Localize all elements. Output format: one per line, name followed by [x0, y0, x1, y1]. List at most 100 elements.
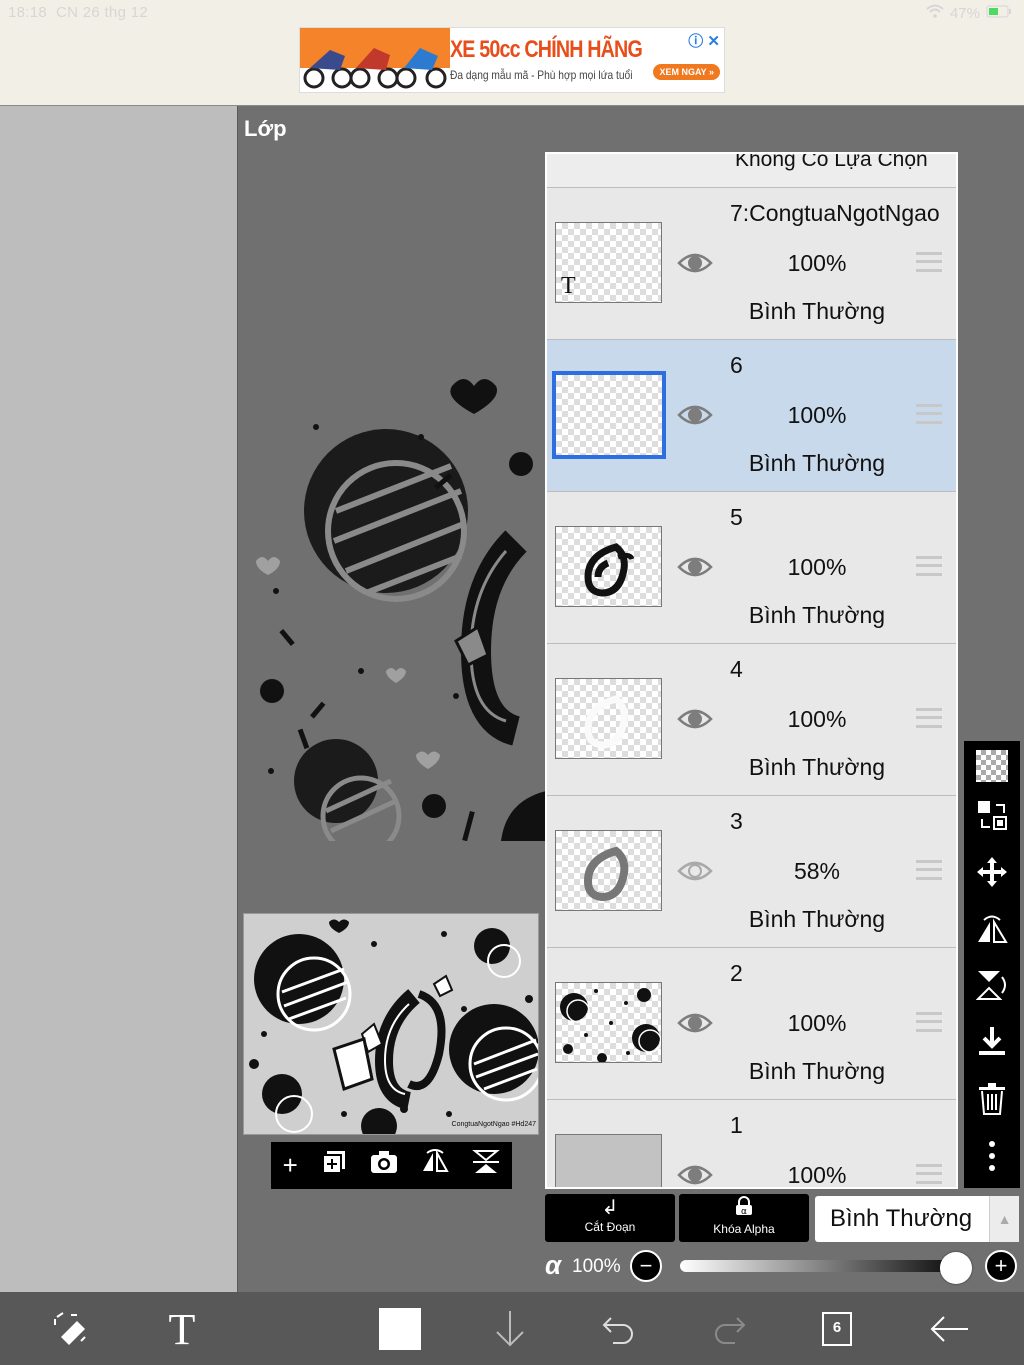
- panel-title: Lớp: [244, 116, 287, 141]
- layer-name: 1: [730, 1112, 743, 1138]
- back-arrow-icon[interactable]: [925, 1304, 975, 1354]
- layer-name: 2: [730, 960, 743, 986]
- layer-opacity: 100%: [787, 1162, 847, 1188]
- flip-vertical-icon[interactable]: [472, 1149, 501, 1182]
- layer-opacity: 100%: [787, 706, 847, 732]
- add-layer-icon[interactable]: +: [283, 1150, 298, 1181]
- checkerboard-icon[interactable]: [976, 749, 1008, 782]
- layer-thumbnail[interactable]: [555, 982, 662, 1063]
- layer-thumbnail[interactable]: [552, 371, 666, 459]
- layers-button[interactable]: 6: [812, 1304, 862, 1354]
- layer-blend-mode: Bình Thường: [748, 602, 886, 628]
- wifi-icon: [926, 4, 944, 22]
- layer-blend-mode: Bình Thường: [748, 298, 886, 324]
- layer-no-selection[interactable]: Không Có Lựa Chọn: [547, 154, 956, 188]
- layer-row[interactable]: 4 100% Bình Thường: [547, 644, 956, 796]
- blend-mode-select[interactable]: Bình Thường ▲: [815, 1196, 1019, 1242]
- drag-handle-icon[interactable]: [916, 708, 942, 728]
- status-bar: 18:18 CN 26 thg 12 47%: [0, 0, 1024, 26]
- layer-row[interactable]: 5 100% Bình Thường: [547, 492, 956, 644]
- layer-row[interactable]: 1 100%: [547, 1100, 956, 1188]
- canvas-preview[interactable]: CongtuaNgotNgao #Hd247: [243, 913, 539, 1135]
- camera-icon[interactable]: [370, 1150, 398, 1181]
- layer-thumbnail[interactable]: T: [555, 222, 662, 303]
- add-copy-layer-icon[interactable]: [321, 1149, 347, 1182]
- layer-row[interactable]: T 7:CongtuaNgotNgao 100% Bình Thường: [547, 188, 956, 340]
- battery-percent: 47%: [949, 4, 980, 22]
- layer-thumbnail[interactable]: [555, 526, 662, 607]
- layer-row[interactable]: 2 100% Bình Thường: [547, 948, 956, 1100]
- layer-blend-mode: Bình Thường: [748, 754, 886, 780]
- layer-opacity: 100%: [787, 554, 847, 580]
- layers-panel: Lớp CongtuaNgotNgao #Hd247 + Không Có Lự…: [237, 106, 1024, 1292]
- drag-handle-icon[interactable]: [916, 1164, 942, 1184]
- clipping-button[interactable]: ↲ Cắt Đoạn: [545, 1194, 675, 1242]
- layer-options-row: ↲ Cắt Đoạn α Khóa Alpha Bình Thường ▲: [545, 1194, 1019, 1242]
- current-color: [379, 1308, 421, 1350]
- more-options-icon[interactable]: [987, 1140, 997, 1179]
- flip-vertical-icon-2[interactable]: [975, 969, 1008, 1008]
- layer-list[interactable]: Không Có Lựa Chọn T 7:CongtuaNgotNgao 100%…: [545, 152, 958, 1189]
- opacity-slider-handle[interactable]: [940, 1252, 972, 1284]
- bottom-toolbar: T 6: [0, 1292, 1024, 1365]
- status-time-date: 18:18 CN 26 thg 12: [8, 4, 148, 21]
- drag-handle-icon[interactable]: [916, 556, 942, 576]
- layer-name: 5: [730, 504, 743, 530]
- drag-handle-icon[interactable]: [916, 252, 942, 272]
- svg-text:α: α: [741, 1207, 747, 1216]
- download-arrow-icon[interactable]: [485, 1304, 535, 1354]
- battery-icon: [986, 5, 1012, 22]
- canvas-artwork[interactable]: [256, 371, 546, 841]
- color-swatch[interactable]: [375, 1304, 425, 1354]
- move-icon[interactable]: [976, 856, 1008, 895]
- eye-icon[interactable]: [677, 1010, 713, 1036]
- eye-icon[interactable]: [677, 706, 713, 732]
- layer-opacity: 58%: [793, 858, 841, 884]
- merge-down-icon[interactable]: [976, 1025, 1008, 1064]
- layer-opacity: 100%: [787, 250, 847, 276]
- ad-banner[interactable]: XE 50cc CHÍNH HÃNG Đa dạng mẫu mã - Phù …: [299, 27, 725, 93]
- layer-thumbnail[interactable]: [555, 1134, 662, 1187]
- layer-name: 4: [730, 656, 743, 682]
- eye-icon[interactable]: [677, 858, 713, 884]
- text-tool-icon[interactable]: T: [157, 1304, 207, 1354]
- clipping-arrow-icon: ↲: [601, 1197, 619, 1219]
- ad-info-close-icon[interactable]: ⓘ ✕: [688, 30, 720, 51]
- eye-icon[interactable]: [677, 554, 713, 580]
- trash-icon[interactable]: [977, 1082, 1007, 1123]
- blend-mode-value: Bình Thường: [830, 1205, 973, 1232]
- layer-row[interactable]: 6 100% Bình Thường: [547, 340, 956, 492]
- eye-icon[interactable]: [677, 250, 713, 276]
- layer-blend-mode: Bình Thường: [748, 1058, 886, 1084]
- drag-handle-icon[interactable]: [916, 1012, 942, 1032]
- ad-image: [300, 28, 450, 92]
- flip-horizontal-icon-2[interactable]: [976, 912, 1008, 951]
- drag-handle-icon[interactable]: [916, 404, 942, 424]
- redo-icon[interactable]: [704, 1304, 754, 1354]
- opacity-decrease-button[interactable]: −: [630, 1250, 662, 1282]
- transfer-layer-icon[interactable]: [976, 799, 1008, 838]
- opacity-increase-button[interactable]: +: [985, 1250, 1017, 1282]
- eye-icon[interactable]: [677, 1162, 713, 1187]
- undo-icon[interactable]: [594, 1304, 644, 1354]
- flip-horizontal-icon[interactable]: [421, 1149, 449, 1182]
- layer-thumbnail[interactable]: [555, 830, 662, 911]
- ad-banner-area: XE 50cc CHÍNH HÃNG Đa dạng mẫu mã - Phù …: [0, 26, 1024, 106]
- opacity-row: α 100% − +: [545, 1248, 1019, 1284]
- alpha-lock-button[interactable]: α Khóa Alpha: [679, 1194, 809, 1242]
- no-selection-label: Không Có Lựa Chọn: [735, 152, 928, 171]
- ad-cta-button[interactable]: XEM NGAY »: [653, 64, 720, 80]
- layer-opacity: 100%: [787, 1010, 847, 1036]
- layer-name: 3: [730, 808, 743, 834]
- ad-subtitle: Đa dạng mẫu mã - Phù hợp mọi lứa tuổi: [450, 68, 633, 82]
- eye-icon[interactable]: [677, 402, 713, 428]
- text-layer-icon: T: [561, 273, 576, 299]
- lock-icon: α: [679, 1196, 809, 1222]
- layer-thumbnail[interactable]: [555, 678, 662, 759]
- drag-handle-icon[interactable]: [916, 860, 942, 880]
- transform-tool-icon[interactable]: [46, 1304, 96, 1354]
- chevron-up-icon[interactable]: ▲: [989, 1196, 1019, 1242]
- opacity-slider[interactable]: [680, 1260, 970, 1272]
- layer-blend-mode: Bình Thường: [748, 450, 886, 476]
- layer-row[interactable]: 3 58% Bình Thường: [547, 796, 956, 948]
